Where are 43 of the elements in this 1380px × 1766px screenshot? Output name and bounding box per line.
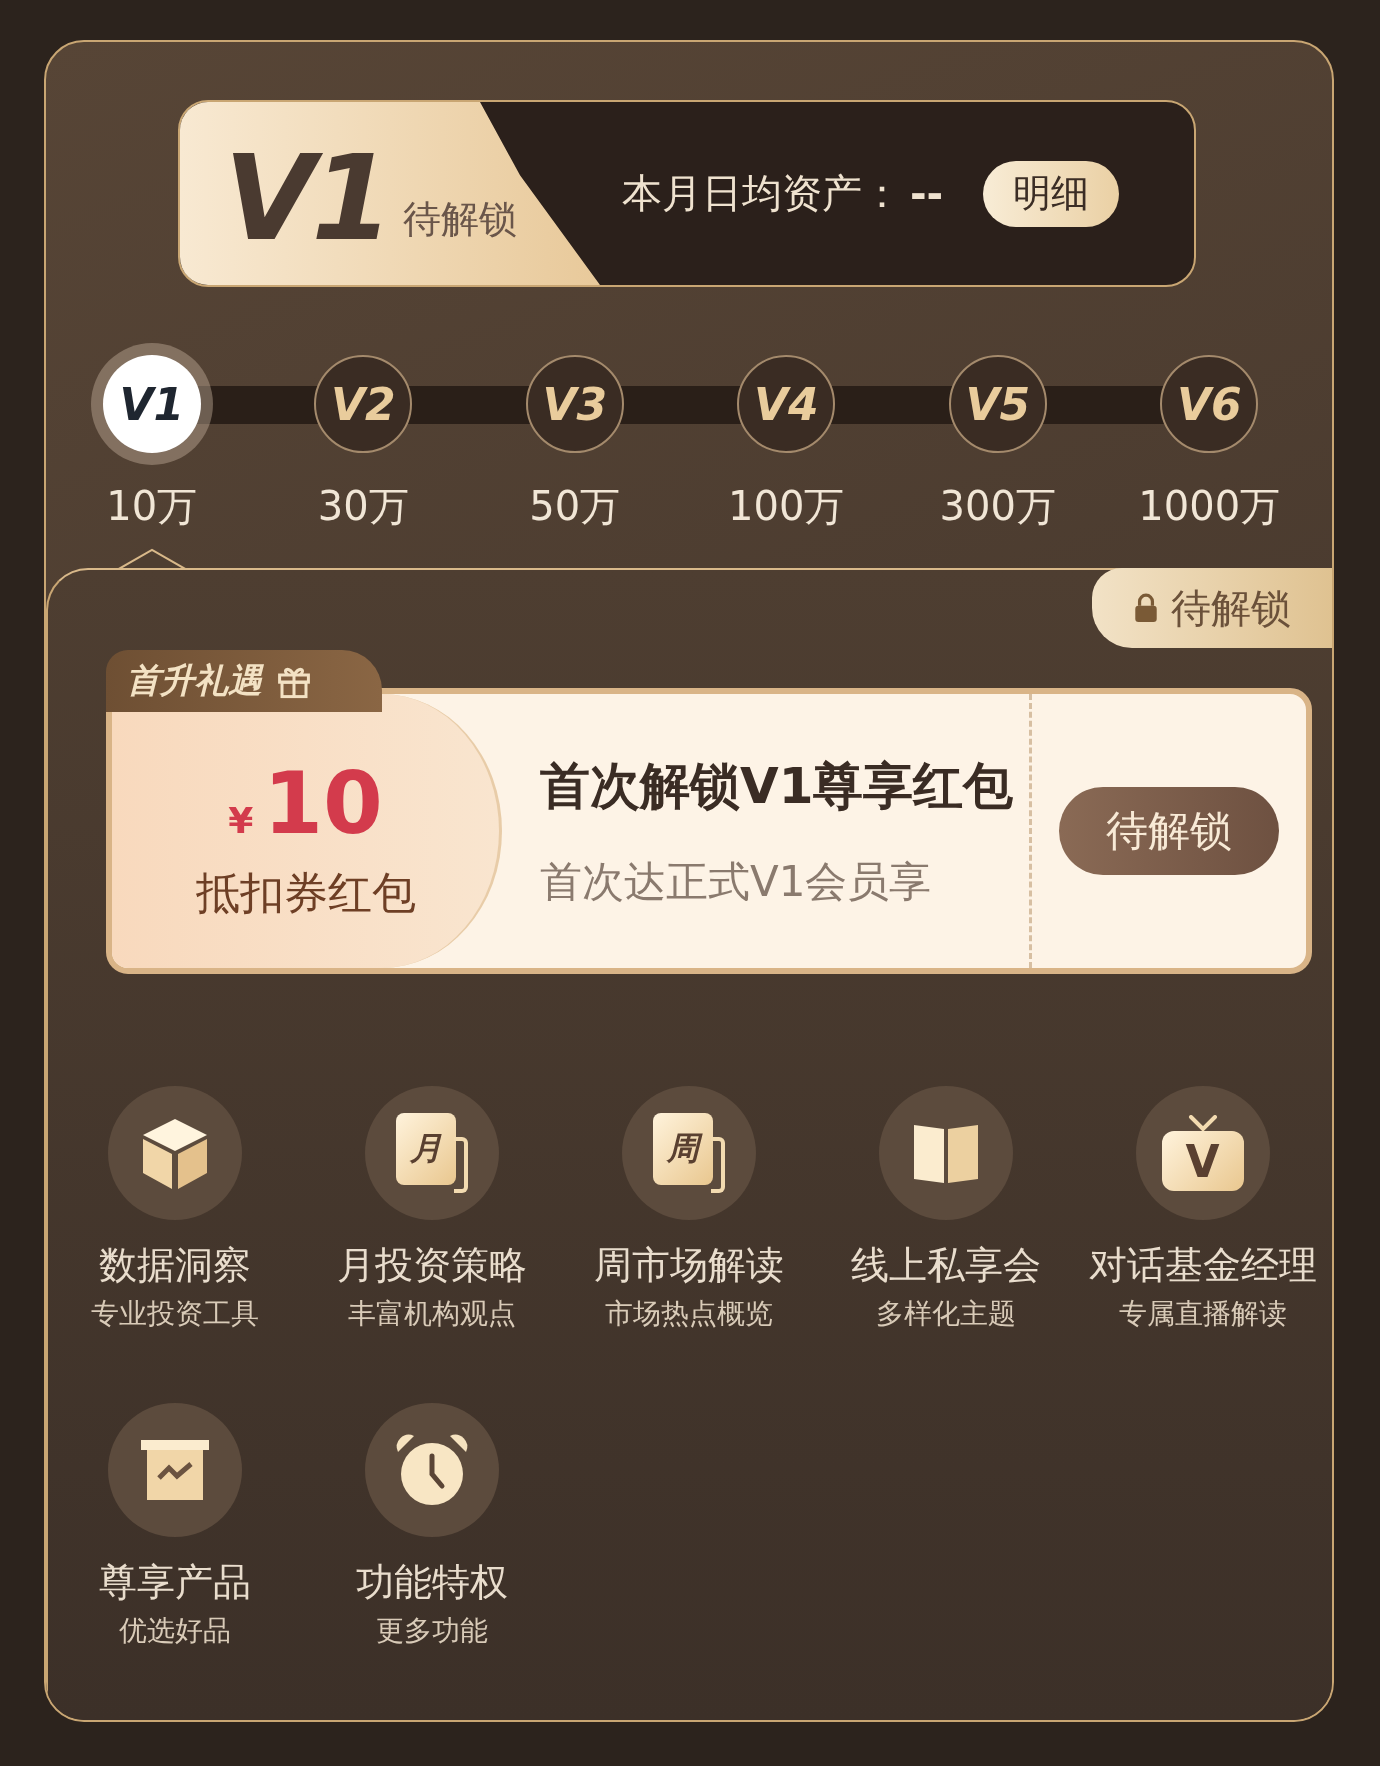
tag-label: 首升礼遇 xyxy=(126,659,262,702)
feature-title: 对话基金经理 xyxy=(1088,1242,1317,1289)
feature-icon-background[interactable]: 周 xyxy=(621,1086,756,1220)
level-status: 待解锁 xyxy=(403,196,518,243)
feature-title: 周市场解读 xyxy=(593,1242,784,1289)
asset-label: 本月日均资产： xyxy=(622,169,902,218)
feature-subtitle: 多样化主题 xyxy=(875,1296,1016,1332)
feature-subtitle: 丰富机构观点 xyxy=(347,1296,516,1332)
level-badge[interactable]: V2 xyxy=(314,355,413,453)
feature-title: 月投资策略 xyxy=(336,1242,527,1289)
level-badge[interactable]: V5 xyxy=(948,355,1047,453)
level-amount: 10万 xyxy=(106,482,198,531)
lock-status: 待解锁 xyxy=(1171,583,1291,633)
feature-subtitle: 市场热点概览 xyxy=(604,1296,773,1332)
level-badge[interactable]: V1 xyxy=(102,355,201,453)
feature-title: 功能特权 xyxy=(355,1559,508,1606)
currency-sign: ¥ xyxy=(228,799,254,841)
coupon-subtitle: 首次达正式V1会员享 xyxy=(540,855,933,908)
detail-button[interactable]: 明细 xyxy=(983,160,1120,227)
feature-subtitle: 更多功能 xyxy=(375,1613,488,1649)
feature-icon-background[interactable]: V xyxy=(1135,1086,1270,1220)
level-amount: 300万 xyxy=(939,482,1056,531)
level-amount: 100万 xyxy=(728,482,845,531)
feature-subtitle: 专属直播解读 xyxy=(1118,1296,1287,1332)
unlock-button[interactable]: 待解锁 xyxy=(1059,787,1279,875)
feature-subtitle: 优选好品 xyxy=(118,1613,231,1649)
coupon-amount: 10 xyxy=(263,759,383,846)
feature-subtitle: 专业投资工具 xyxy=(90,1296,259,1332)
level-amount: 50万 xyxy=(529,482,621,531)
level-badge[interactable]: V3 xyxy=(525,355,624,453)
coupon-title: 首次解锁V1尊享红包 xyxy=(540,755,1015,817)
level-amount: 30万 xyxy=(317,482,409,531)
level-amount: 1000万 xyxy=(1138,482,1281,531)
coupon-type: 抵扣券红包 xyxy=(195,865,416,920)
feature-title: 线上私享会 xyxy=(850,1242,1041,1289)
feature-title: 尊享产品 xyxy=(98,1559,251,1606)
feature-title: 数据洞察 xyxy=(98,1242,251,1289)
level-badge[interactable]: V4 xyxy=(737,355,836,453)
asset-value: -- xyxy=(910,170,944,217)
level-badge[interactable]: V6 xyxy=(1160,355,1259,453)
lock-icon xyxy=(1133,593,1159,623)
feature-icon-background[interactable]: 月 xyxy=(364,1086,499,1220)
current-level: V1 xyxy=(224,144,390,251)
